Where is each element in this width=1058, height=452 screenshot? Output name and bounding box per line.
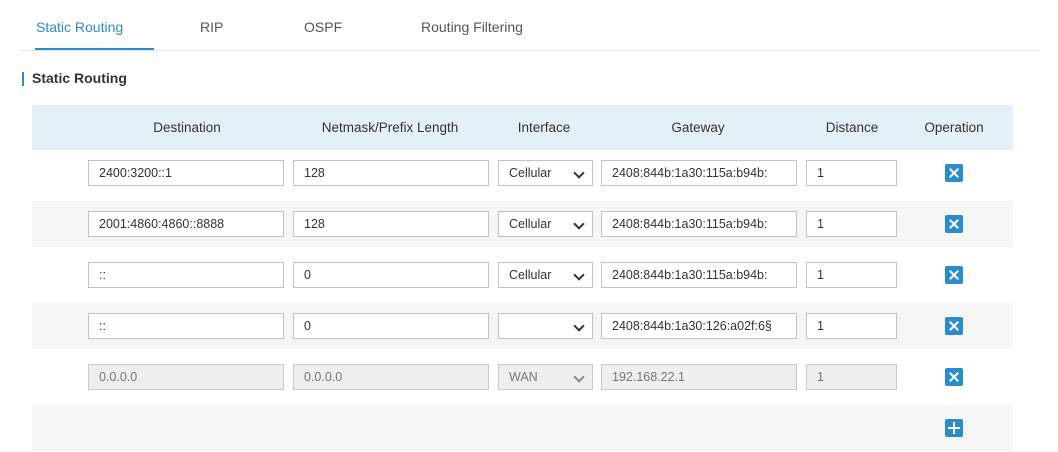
interface-select[interactable]: Cellular	[498, 262, 593, 288]
destination-input[interactable]: ::	[88, 313, 284, 339]
netmask-input[interactable]: 0	[293, 313, 489, 339]
tab-ospf[interactable]: OSPF	[304, 19, 342, 35]
interface-select-value: Cellular	[509, 268, 552, 282]
interface-select[interactable]: Cellular	[498, 160, 593, 186]
gateway-input[interactable]: 2408:844b:1a30:115a:b94b:	[601, 262, 797, 288]
interface-select-value: Cellular	[509, 166, 552, 180]
chevron-down-icon	[573, 371, 585, 383]
table-row: :: 0 Cellular 2408:844b:1a30:115a:b94b: …	[32, 252, 1013, 298]
distance-input[interactable]: 1	[806, 313, 897, 339]
chevron-down-icon	[573, 218, 585, 230]
header-netmask: Netmask/Prefix Length	[321, 120, 459, 135]
netmask-input[interactable]: 128	[293, 160, 489, 186]
distance-input[interactable]: 1	[806, 262, 897, 288]
distance-input: 1	[806, 364, 897, 390]
table-row: 0.0.0.0 0.0.0.0 WAN 192.168.22.1 1	[32, 354, 1013, 400]
netmask-input: 0.0.0.0	[293, 364, 489, 390]
destination-input[interactable]: 2400:3200::1	[88, 160, 284, 186]
destination-input[interactable]: ::	[88, 262, 284, 288]
tab-routing-filtering[interactable]: Routing Filtering	[421, 19, 523, 35]
chevron-down-icon	[573, 269, 585, 281]
gateway-input[interactable]: 2408:844b:1a30:115a:b94b:	[601, 160, 797, 186]
gateway-input[interactable]: 2408:844b:1a30:126:a02f:6§	[601, 313, 797, 339]
tab-static-routing[interactable]: Static Routing	[36, 19, 123, 35]
gateway-input[interactable]: 2408:844b:1a30:115a:b94b:	[601, 211, 797, 237]
interface-select-value: Cellular	[509, 217, 552, 231]
destination-input[interactable]: 2001:4860:4860::8888	[88, 211, 284, 237]
add-row	[32, 405, 1013, 451]
tab-rip[interactable]: RIP	[200, 19, 223, 35]
header-destination: Destination	[153, 120, 221, 135]
section-title: Static Routing	[32, 70, 127, 86]
header-distance: Distance	[825, 120, 879, 135]
distance-input[interactable]: 1	[806, 160, 897, 186]
table-row: :: 0 2408:844b:1a30:126:a02f:6§ 1	[32, 303, 1013, 349]
header-interface: Interface	[517, 120, 571, 135]
table-row: 2400:3200::1 128 Cellular 2408:844b:1a30…	[32, 150, 1013, 196]
section-marker	[22, 72, 24, 86]
destination-input: 0.0.0.0	[88, 364, 284, 390]
table-header: Destination Netmask/Prefix Length Interf…	[32, 105, 1013, 150]
interface-select[interactable]: Cellular	[498, 211, 593, 237]
active-tab-indicator	[35, 48, 154, 50]
chevron-down-icon	[573, 320, 585, 332]
distance-input[interactable]: 1	[806, 211, 897, 237]
delete-row-button[interactable]	[945, 317, 963, 335]
chevron-down-icon	[573, 167, 585, 179]
netmask-input[interactable]: 0	[293, 262, 489, 288]
interface-select: WAN	[498, 364, 593, 390]
tab-bar: Static Routing RIP OSPF Routing Filterin…	[20, 0, 1038, 51]
delete-row-button[interactable]	[945, 215, 963, 233]
netmask-input[interactable]: 128	[293, 211, 489, 237]
interface-select-value: WAN	[509, 370, 538, 384]
delete-row-button[interactable]	[945, 164, 963, 182]
delete-row-button[interactable]	[945, 368, 963, 386]
add-route-button[interactable]	[945, 419, 963, 437]
static-routing-table: Destination Netmask/Prefix Length Interf…	[32, 105, 1013, 451]
delete-row-button[interactable]	[945, 266, 963, 284]
header-operation: Operation	[924, 120, 984, 135]
header-gateway: Gateway	[671, 120, 725, 135]
interface-select[interactable]	[498, 313, 593, 339]
gateway-input: 192.168.22.1	[601, 364, 797, 390]
table-row: 2001:4860:4860::8888 128 Cellular 2408:8…	[32, 201, 1013, 247]
